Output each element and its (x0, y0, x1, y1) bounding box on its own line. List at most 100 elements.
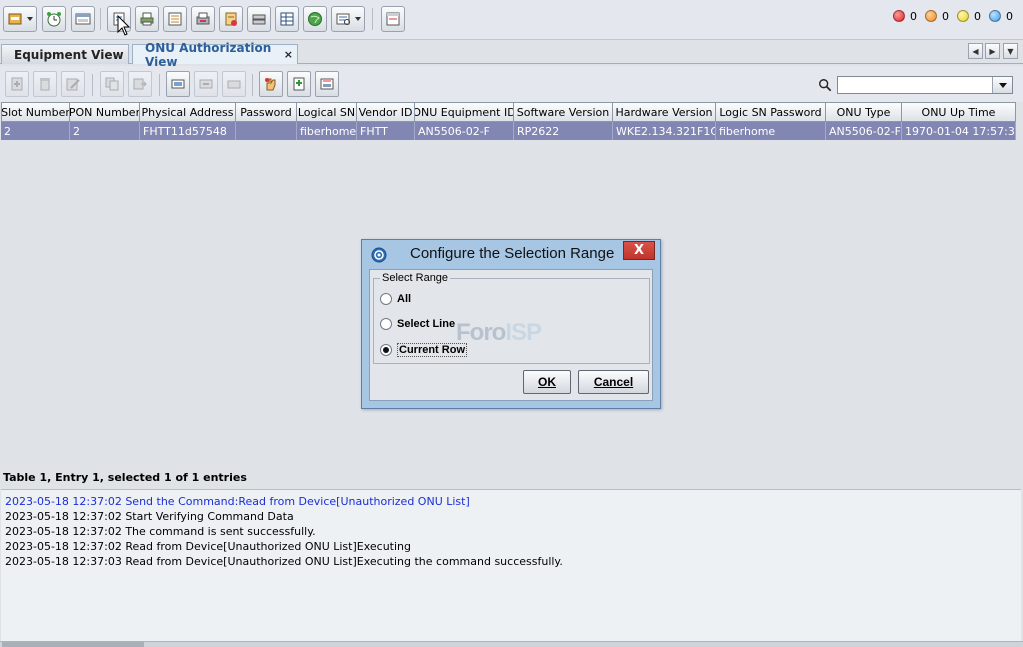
toolbar-separator (100, 8, 101, 30)
read-from-device-button[interactable] (166, 71, 190, 97)
device-icon (8, 13, 22, 25)
table-cell: fiberhome (716, 122, 826, 140)
table-icon (280, 12, 294, 26)
column-header[interactable]: ONU Up Time (902, 102, 1016, 122)
add-list-icon (293, 77, 305, 91)
write-button[interactable] (194, 71, 218, 97)
column-header[interactable]: Logic SN Password (716, 102, 826, 122)
radio-current-row[interactable]: Current Row (380, 343, 467, 357)
list-button[interactable] (163, 6, 187, 32)
schedule-button[interactable] (42, 6, 66, 32)
add-white-list-button[interactable] (287, 71, 311, 97)
alarm-count: 0 (1006, 9, 1013, 23)
tab-list-icon[interactable]: ▼ (1003, 43, 1018, 59)
table-cell: FHTT11d57548 (140, 122, 236, 140)
chart-menu-button[interactable] (331, 6, 365, 32)
minor-alarm-icon (957, 10, 969, 22)
column-header[interactable]: Password (236, 102, 297, 122)
server-button[interactable] (247, 6, 271, 32)
log-line: 2023-05-18 12:37:02 Send the Command:Rea… (5, 495, 470, 508)
alarm-minor[interactable]: 0 (957, 10, 981, 23)
close-button[interactable]: X (623, 241, 655, 260)
dialog-titlebar[interactable]: Configure the Selection Range X (362, 240, 660, 269)
search-field[interactable] (837, 76, 1013, 94)
ok-button[interactable]: OK (523, 370, 571, 394)
column-header[interactable]: Physical Address (140, 102, 236, 122)
table-row[interactable]: 2 2 FHTT11d57548 fiberhome FHTT AN5506-02-F RP… (1, 122, 1016, 140)
search-input[interactable] (838, 77, 992, 93)
tab-scroll-left-icon[interactable]: ◀ (968, 43, 983, 59)
alarm-warning[interactable]: 0 (989, 10, 1013, 23)
view-tabs: Equipment View ONU Authorization View × … (0, 41, 1023, 69)
clock-icon (47, 12, 61, 27)
tab-equipment-view[interactable]: Equipment View (1, 44, 129, 64)
table-cell: fiberhome (297, 122, 357, 140)
major-alarm-icon (925, 10, 937, 22)
report-button[interactable] (219, 6, 243, 32)
tab-onu-authorization-view[interactable]: ONU Authorization View × (132, 41, 298, 69)
alarm-critical[interactable]: 0 (893, 10, 917, 23)
network-button[interactable] (303, 6, 327, 32)
device-menu-button[interactable] (3, 6, 37, 32)
column-header[interactable]: Software Version (514, 102, 613, 122)
log-line: 2023-05-18 12:37:02 The command is sent … (5, 525, 316, 538)
app-icon (371, 247, 387, 263)
radio-icon[interactable] (380, 293, 392, 305)
trash-icon (40, 78, 50, 91)
alarm-count: 0 (942, 9, 949, 23)
toolbar-separator (159, 74, 160, 96)
horizontal-scrollbar[interactable] (0, 641, 1023, 647)
tab-label: ONU Authorization View (145, 40, 272, 69)
print-button[interactable] (135, 6, 159, 32)
column-header[interactable]: Slot Number (1, 102, 70, 122)
alarm-major[interactable]: 0 (925, 10, 949, 23)
copy-button[interactable] (100, 71, 124, 97)
radio-icon[interactable] (380, 318, 392, 330)
view-toolbar (0, 66, 1023, 102)
radio-selected-icon[interactable] (380, 344, 392, 356)
scrollbar-thumb[interactable] (2, 642, 144, 647)
add-button[interactable] (5, 71, 29, 97)
column-header[interactable]: ONU Type (826, 102, 902, 122)
radio-select-line[interactable]: Select Line (380, 318, 455, 330)
window-button[interactable] (71, 6, 95, 32)
tab-scroll-right-icon[interactable]: ▶ (985, 43, 1000, 59)
table-cell: RP2622 (514, 122, 613, 140)
write-icon (199, 79, 213, 89)
table-cell: WKE2.134.321F1G (613, 122, 716, 140)
printer-icon (140, 12, 154, 26)
table-button[interactable] (275, 6, 299, 32)
sync-button[interactable] (222, 71, 246, 97)
globe-icon (308, 12, 322, 26)
export-button[interactable] (128, 71, 152, 97)
close-tab-icon[interactable]: × (284, 48, 293, 61)
edit-button[interactable] (61, 71, 85, 97)
column-header[interactable]: PON Number (70, 102, 140, 122)
toolbar-separator (372, 8, 373, 30)
device-export-button[interactable] (315, 71, 339, 97)
authorize-button[interactable] (259, 71, 283, 97)
cancel-button[interactable]: Cancel (578, 370, 649, 394)
watermark: ForoISP (456, 319, 542, 347)
panel-button[interactable] (381, 6, 405, 32)
column-header[interactable]: Hardware Version (613, 102, 716, 122)
search-dropdown-button[interactable] (992, 77, 1012, 93)
column-header[interactable]: Vendor ID (357, 102, 415, 122)
search-button[interactable] (815, 76, 835, 94)
column-header[interactable]: Logical SN (297, 102, 357, 122)
watermark-accent: ISP (505, 319, 542, 346)
watermark-text: Foro (456, 319, 506, 346)
select-range-group: Select Range ForoISP All Select Line Cur… (373, 272, 650, 364)
list-icon (168, 12, 182, 26)
column-header[interactable]: ONU Equipment ID (415, 102, 514, 122)
fax-button[interactable] (191, 6, 215, 32)
delete-button[interactable] (33, 71, 57, 97)
critical-alarm-icon (893, 10, 905, 22)
radio-all[interactable]: All (380, 293, 411, 305)
search-icon (819, 79, 832, 92)
alarm-count: 0 (910, 9, 917, 23)
mouse-cursor-icon (117, 15, 131, 36)
table-cell: FHTT (357, 122, 415, 140)
table-header: Slot Number PON Number Physical Address Pas… (1, 102, 1016, 122)
alarm-count: 0 (974, 9, 981, 23)
